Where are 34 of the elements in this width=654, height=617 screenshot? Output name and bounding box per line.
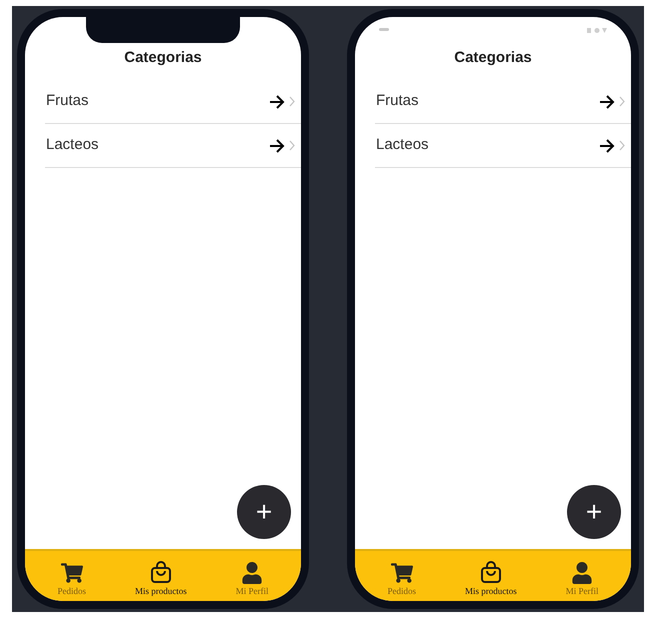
bag-icon	[480, 560, 502, 584]
chevron-right-icon	[289, 140, 295, 151]
screen-title: Categorias	[453, 48, 533, 68]
arrow-right-icon	[599, 94, 615, 108]
screen-title: Categorias	[123, 48, 203, 68]
category-name: Lacteos	[375, 135, 429, 156]
category-name: Frutas	[375, 91, 419, 112]
category-item[interactable]: Frutas	[45, 80, 301, 124]
category-item[interactable]: Frutas	[375, 80, 631, 124]
add-button[interactable]: +	[237, 485, 291, 539]
tab-item[interactable]: Pedidos	[57, 562, 86, 597]
tab-item[interactable]: Mi Perfil	[236, 562, 268, 597]
status-icons	[587, 28, 607, 33]
chevron-right-icon	[619, 96, 625, 107]
person-icon	[241, 562, 264, 584]
arrow-right-icon	[269, 94, 285, 108]
cart-icon	[390, 562, 413, 584]
category-name: Frutas	[45, 91, 89, 112]
category-name: Lacteos	[45, 135, 99, 156]
bag-icon	[150, 560, 172, 584]
person-icon	[571, 562, 594, 584]
arrow-right-icon	[269, 138, 285, 152]
time-placeholder-icon	[379, 28, 389, 31]
chevron-right-icon	[619, 140, 625, 151]
category-item[interactable]: Lacteos	[45, 124, 301, 168]
tab-item[interactable]: Mi Perfil	[566, 562, 598, 597]
chevron-right-icon	[289, 96, 295, 107]
tab-item[interactable]: Mis productos	[134, 560, 187, 597]
add-button[interactable]: +	[567, 485, 621, 539]
arrow-right-icon	[599, 138, 615, 152]
tab-item[interactable]: Pedidos	[387, 562, 416, 597]
cart-icon	[60, 562, 83, 584]
category-item[interactable]: Lacteos	[375, 124, 631, 168]
tab-item[interactable]: Mis productos	[464, 560, 517, 597]
